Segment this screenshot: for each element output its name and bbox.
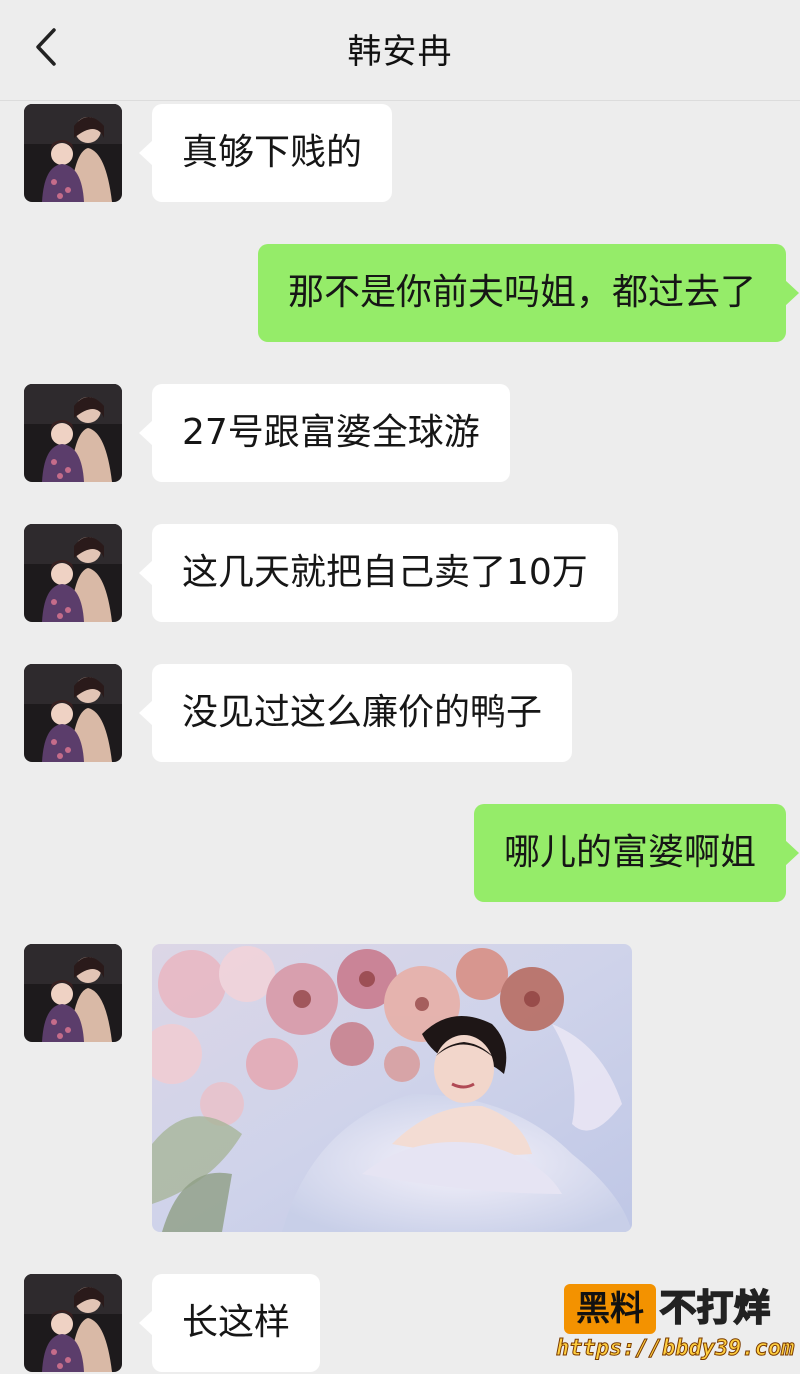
message-bubble-incoming[interactable]: 真够下贱的 — [138, 104, 393, 202]
image-message[interactable] — [152, 944, 632, 1232]
contact-avatar[interactable] — [24, 104, 122, 202]
message-bubble-incoming[interactable]: 这几天就把自己卖了10万 — [139, 524, 618, 622]
contact-avatar[interactable] — [24, 384, 122, 482]
message-text: 这几天就把自己卖了10万 — [182, 552, 588, 593]
contact-avatar[interactable] — [24, 664, 122, 762]
message-text: 没见过这么廉价的鸭子 — [182, 692, 543, 733]
contact-avatar[interactable] — [24, 1274, 122, 1372]
watermark-url: https://bbdy39.com — [556, 1336, 795, 1362]
chat-header: 韩安冉 — [0, 0, 800, 101]
chat-title: 韩安冉 — [347, 32, 453, 72]
message-bubble-outgoing[interactable]: 那不是你前夫吗姐，都过去了 — [257, 244, 800, 342]
watermark-text: 不打烊 — [659, 1287, 772, 1330]
message-text: 长这样 — [182, 1302, 291, 1343]
contact-avatar[interactable] — [24, 944, 122, 1042]
watermark-badge: 黑料 — [564, 1284, 656, 1334]
watermark: 黑料 不打烊 https://bbdy39.com — [556, 1284, 795, 1366]
message-bubble-incoming[interactable]: 没见过这么廉价的鸭子 — [138, 664, 573, 762]
message-bubble-incoming[interactable]: 27号跟富婆全球游 — [139, 384, 510, 482]
message-bubble-incoming[interactable]: 长这样 — [138, 1274, 321, 1372]
message-text: 哪儿的富婆啊姐 — [503, 832, 756, 873]
message-text: 真够下贱的 — [182, 132, 363, 173]
message-text: 27号跟富婆全球游 — [182, 412, 480, 453]
contact-avatar[interactable] — [24, 524, 122, 622]
message-text: 那不是你前夫吗姐，都过去了 — [287, 272, 756, 313]
message-bubble-outgoing[interactable]: 哪儿的富婆啊姐 — [473, 804, 800, 902]
